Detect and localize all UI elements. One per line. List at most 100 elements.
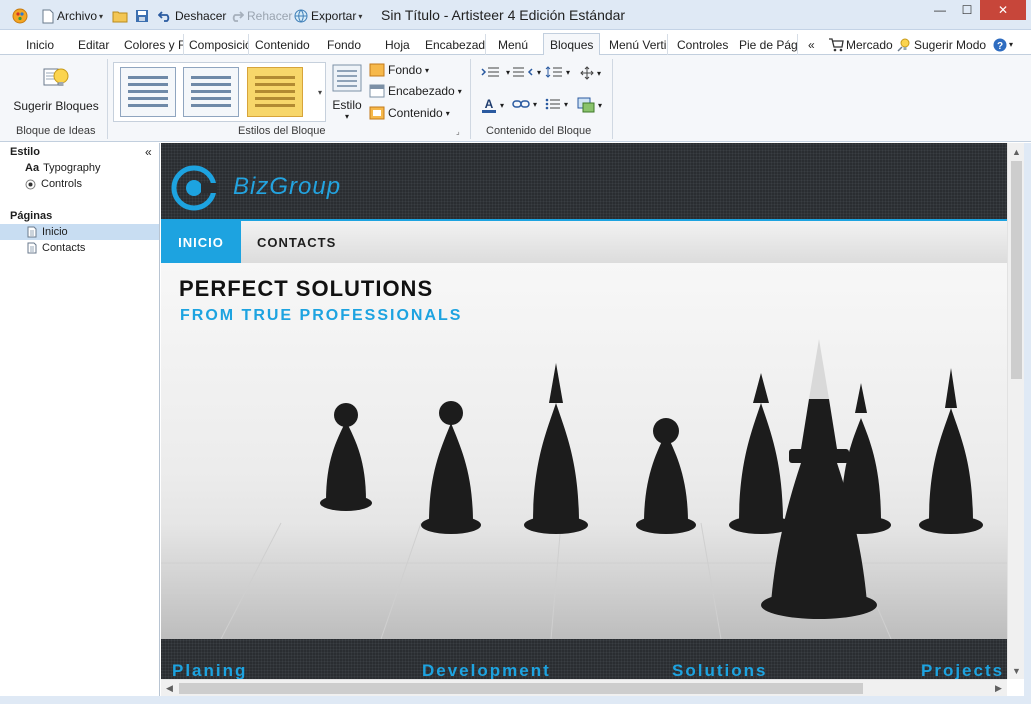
site-logo-icon bbox=[171, 165, 217, 211]
design-canvas[interactable]: BizGroup INICIO CONTACTS PERFECT SOLUTIO… bbox=[161, 143, 1007, 679]
vertical-scrollbar[interactable]: ▲ ▼ bbox=[1007, 143, 1024, 679]
minimize-glyph: — bbox=[934, 3, 946, 17]
site-header[interactable]: BizGroup bbox=[161, 143, 1007, 221]
site-nav-contacts[interactable]: CONTACTS bbox=[257, 221, 336, 263]
feature-development[interactable]: Development bbox=[422, 661, 551, 679]
fondo-label: Fondo bbox=[388, 63, 423, 77]
contenido-button[interactable]: Contenido ▾ bbox=[369, 106, 450, 120]
feature-solutions[interactable]: Solutions bbox=[672, 661, 767, 679]
horizontal-scrollbar[interactable]: ◀ ▶ bbox=[161, 679, 1007, 696]
tab-colores[interactable]: Colores y F bbox=[124, 34, 184, 55]
tab-bloques[interactable]: Bloques bbox=[543, 33, 601, 55]
block-style-option-selected[interactable] bbox=[247, 67, 303, 117]
styles-group-label: Estilos del Bloque bbox=[238, 125, 326, 137]
left-panel: Estilo « Aa Typography Controls Páginas … bbox=[0, 143, 160, 704]
page-icon bbox=[27, 242, 37, 254]
controls-label: Controls bbox=[41, 178, 82, 190]
link-button[interactable]: ▾ bbox=[512, 98, 537, 110]
hero-title[interactable]: PERFECT SOLUTIONS bbox=[179, 276, 433, 302]
chevron-down-icon[interactable]: ▼ bbox=[1008, 662, 1025, 679]
tab-controles[interactable]: Controles bbox=[677, 34, 733, 55]
chevron-left-icon[interactable]: ◀ bbox=[161, 680, 178, 697]
redo-button[interactable]: Rehacer bbox=[230, 7, 292, 25]
indent-button[interactable]: ▾ bbox=[481, 66, 510, 78]
gallery-more-button[interactable]: ▾ bbox=[314, 62, 326, 122]
mercado-label: Mercado bbox=[846, 37, 893, 52]
content-group-label: Contenido del Bloque bbox=[486, 125, 592, 137]
exportar-label: Exportar bbox=[311, 9, 357, 23]
redo-icon bbox=[232, 11, 244, 22]
bullets-button[interactable]: ▾ bbox=[545, 98, 568, 110]
sugerir-bloques-label: Sugerir Bloques bbox=[13, 99, 99, 113]
close-button[interactable]: ✕ bbox=[980, 0, 1026, 20]
app-icon[interactable] bbox=[12, 7, 31, 25]
hero-subtitle[interactable]: FROM TRUE PROFESSIONALS bbox=[180, 307, 462, 325]
encabezado-button[interactable]: Encabezado ▾ bbox=[369, 84, 462, 98]
undo-button[interactable]: Deshacer bbox=[158, 7, 226, 25]
open-button[interactable] bbox=[112, 7, 131, 25]
feature-planing[interactable]: Planing bbox=[172, 661, 247, 679]
save-button[interactable] bbox=[135, 7, 152, 25]
sugerir-modo-button[interactable]: Sugerir Modo bbox=[896, 34, 986, 55]
bullet-list-icon bbox=[545, 98, 560, 110]
help-button[interactable]: ? ▾ bbox=[993, 34, 1013, 55]
help-icon: ? bbox=[993, 38, 1007, 52]
ribbon: Sugerir Bloques Bloque de Ideas ▾ Estilo… bbox=[0, 55, 1031, 142]
sugerir-bloques-button[interactable]: Sugerir Bloques bbox=[13, 63, 99, 113]
undo-icon bbox=[158, 11, 170, 22]
estilo-heading: Estilo bbox=[10, 146, 40, 158]
estilo-button[interactable]: Estilo ▾ bbox=[332, 64, 362, 121]
close-icon: ✕ bbox=[997, 3, 1009, 17]
typography-item[interactable]: Aa Typography bbox=[25, 160, 101, 176]
hero-banner[interactable]: PERFECT SOLUTIONS FROM TRUE PROFESSIONAL… bbox=[161, 263, 1007, 639]
tab-encabezado[interactable]: Encabezad bbox=[425, 34, 486, 55]
page-label: Inicio bbox=[42, 226, 68, 238]
layout-button[interactable]: ▾ bbox=[580, 66, 601, 80]
tab-menu-vertical[interactable]: Menú Verti bbox=[609, 34, 668, 55]
tabs-more-button[interactable]: « bbox=[808, 34, 820, 55]
feature-projects[interactable]: Projects bbox=[921, 661, 1004, 679]
fondo-button[interactable]: Fondo ▾ bbox=[369, 63, 429, 77]
tab-menu[interactable]: Menú bbox=[498, 34, 534, 55]
site-nav-inicio[interactable]: INICIO bbox=[161, 221, 241, 263]
page-item-contacts[interactable]: Contacts bbox=[27, 240, 85, 256]
site-logo-text[interactable]: BizGroup bbox=[233, 173, 341, 201]
dialog-launcher[interactable]: ⌟ bbox=[456, 127, 460, 136]
page-label: Contacts bbox=[42, 242, 86, 254]
tab-editar[interactable]: Editar bbox=[78, 34, 118, 55]
line-spacing-button[interactable]: ▾ bbox=[545, 66, 570, 78]
tab-hoja[interactable]: Hoja bbox=[385, 34, 415, 55]
controls-item[interactable]: Controls bbox=[25, 176, 82, 192]
archivo-menu[interactable]: Archivo ▾ bbox=[42, 7, 103, 25]
collapse-panel-button[interactable]: « bbox=[145, 144, 152, 160]
chevron-right-icon[interactable]: ▶ bbox=[990, 680, 1007, 697]
window-frame bbox=[1024, 143, 1031, 704]
tab-inicio[interactable]: Inicio bbox=[26, 34, 66, 55]
estilo-label: Estilo bbox=[332, 98, 362, 112]
svg-text:A: A bbox=[485, 97, 494, 111]
tab-contenido[interactable]: Contenido bbox=[255, 34, 317, 55]
tab-pie-de-pagina[interactable]: Pie de Pági bbox=[739, 34, 798, 55]
block-style-option[interactable] bbox=[183, 67, 239, 117]
new-document-icon bbox=[42, 9, 54, 23]
tab-fondo[interactable]: Fondo bbox=[327, 34, 367, 55]
outdent-icon bbox=[513, 67, 533, 77]
horizontal-scroll-thumb[interactable] bbox=[179, 683, 863, 694]
tab-composicion[interactable]: Composició bbox=[189, 34, 249, 55]
sugerir-modo-label: Sugerir Modo bbox=[914, 37, 987, 52]
typography-label: Typography bbox=[43, 162, 101, 174]
chevron-up-icon[interactable]: ▲ bbox=[1008, 143, 1025, 160]
outdent-button[interactable]: ▾ bbox=[512, 66, 541, 78]
maximize-button[interactable]: ☐ bbox=[952, 0, 982, 20]
block-style-option[interactable] bbox=[120, 67, 176, 117]
page-item-inicio[interactable]: Inicio bbox=[0, 224, 159, 240]
block-style-gallery[interactable] bbox=[113, 62, 326, 122]
group-divider bbox=[470, 59, 471, 139]
exportar-menu[interactable]: Exportar ▾ bbox=[294, 7, 362, 25]
text-color-button[interactable]: A ▾ bbox=[481, 97, 504, 113]
maximize-glyph: ☐ bbox=[961, 3, 973, 17]
picture-button[interactable]: ▾ bbox=[577, 97, 602, 113]
vertical-scroll-thumb[interactable] bbox=[1011, 161, 1022, 379]
features-strip: Planing Development Solutions Projects bbox=[161, 639, 1007, 679]
mercado-button[interactable]: Mercado bbox=[828, 34, 893, 55]
